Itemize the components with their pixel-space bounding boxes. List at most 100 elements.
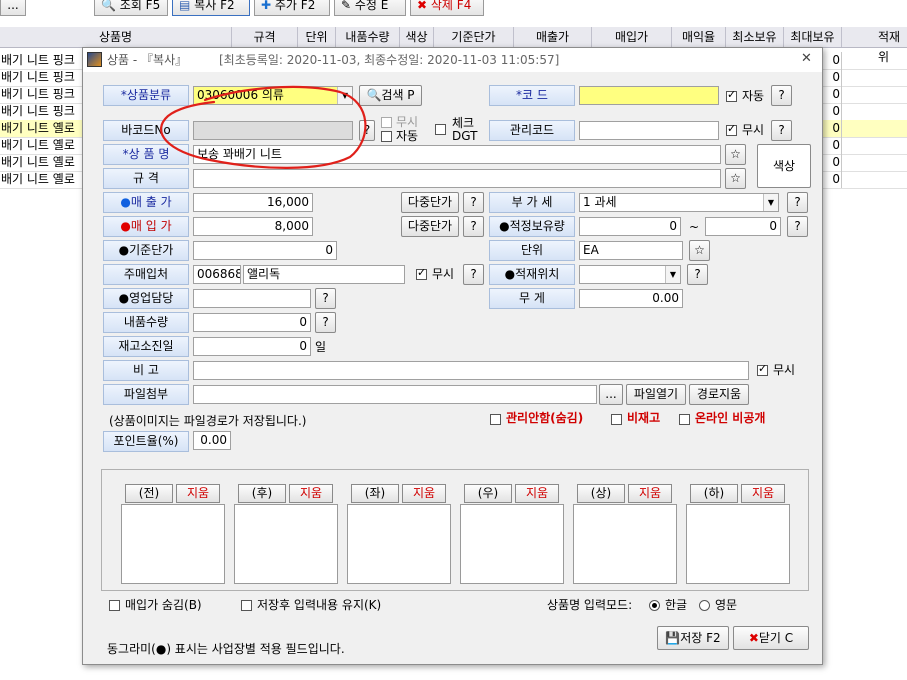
- image-bottom-box[interactable]: [686, 504, 790, 584]
- col-header-spec[interactable]: 규격: [232, 27, 298, 47]
- add-label: 추가 F2: [274, 0, 316, 12]
- vat-help-button[interactable]: ?: [787, 192, 808, 213]
- col-header-name[interactable]: 상품명: [0, 27, 232, 47]
- copy-button[interactable]: ▤ 복사 F2: [172, 0, 250, 16]
- point-rate-label: 포인트율(%): [103, 431, 189, 452]
- col-header-max-stock[interactable]: 최대보유: [784, 27, 842, 47]
- sales-rep-input[interactable]: [193, 289, 311, 308]
- code-auto-checkbox[interactable]: [726, 88, 737, 102]
- more-button[interactable]: ...: [0, 0, 26, 16]
- stock-min-input[interactable]: 0: [579, 217, 681, 236]
- supplier-name-input[interactable]: 앨리독: [243, 265, 405, 284]
- sales-rep-help-button[interactable]: ?: [315, 288, 336, 309]
- unit-input[interactable]: EA: [579, 241, 683, 260]
- add-button[interactable]: ✚ 추가 F2: [254, 0, 330, 16]
- keep-input-checkbox[interactable]: [241, 600, 252, 611]
- image-front-clear-button[interactable]: 지움: [176, 484, 220, 503]
- chevron-down-icon[interactable]: ▼: [763, 194, 778, 211]
- dialog-titlebar[interactable]: 상품 - 『복사』 [최초등록일: 2020-11-03, 최종수정일: 202…: [83, 48, 822, 72]
- mgmt-ignore-checkbox[interactable]: [726, 122, 737, 136]
- memo-input[interactable]: [193, 361, 749, 380]
- buy-multi-help-button[interactable]: ?: [463, 216, 484, 237]
- mode-english-radio[interactable]: [699, 600, 710, 611]
- location-combo[interactable]: ▼: [579, 265, 681, 284]
- close-button[interactable]: ✖닫기 C: [733, 626, 809, 650]
- sale-multi-help-button[interactable]: ?: [463, 192, 484, 213]
- stock-max-input[interactable]: 0: [705, 217, 781, 236]
- image-right-box[interactable]: [460, 504, 564, 584]
- query-label: 조회 F5: [119, 0, 161, 12]
- inner-qty-help-button[interactable]: ?: [315, 312, 336, 333]
- inner-qty-input[interactable]: 0: [193, 313, 311, 332]
- unit-star-button[interactable]: ☆: [689, 240, 710, 261]
- col-header-min-stock[interactable]: 최소보유: [726, 27, 784, 47]
- spec-input[interactable]: [193, 169, 721, 188]
- col-header-buy-price[interactable]: 매입가: [592, 27, 672, 47]
- image-top-clear-button[interactable]: 지움: [628, 484, 672, 503]
- non-stock-checkbox[interactable]: [611, 414, 622, 425]
- code-help-button[interactable]: ?: [771, 85, 792, 106]
- close-icon[interactable]: ✕: [801, 52, 812, 66]
- weight-input[interactable]: 0.00: [579, 289, 683, 308]
- browse-button[interactable]: ...: [599, 384, 623, 405]
- col-header-base-price[interactable]: 기준단가: [434, 27, 514, 47]
- depletion-input[interactable]: 0: [193, 337, 311, 356]
- image-left-box[interactable]: [347, 504, 451, 584]
- vat-combo[interactable]: 1 과세 ▼: [579, 193, 779, 212]
- col-header-inner-qty[interactable]: 내품수량: [336, 27, 400, 47]
- image-front-box[interactable]: [121, 504, 225, 584]
- attach-input[interactable]: [193, 385, 597, 404]
- plus-icon: ✚: [261, 0, 272, 12]
- col-header-sale-price[interactable]: 매출가: [514, 27, 592, 47]
- col-header-location[interactable]: 적재위: [842, 27, 907, 64]
- delete-button[interactable]: ✖ 삭제 F4: [410, 0, 484, 16]
- col-header-margin[interactable]: 매익율: [672, 27, 726, 47]
- mode-korean-radio[interactable]: [649, 600, 660, 611]
- clear-path-button[interactable]: 경로지움: [689, 384, 749, 405]
- sale-price-input[interactable]: 16,000: [193, 193, 313, 212]
- unmanaged-checkbox[interactable]: [490, 414, 501, 425]
- location-help-button[interactable]: ?: [687, 264, 708, 285]
- image-left-clear-button[interactable]: 지움: [402, 484, 446, 503]
- category-combo[interactable]: 03060006 의류 ▼: [193, 86, 353, 105]
- buy-price-input[interactable]: 8,000: [193, 217, 313, 236]
- spec-star-button[interactable]: ☆: [725, 168, 746, 189]
- mgmt-help-button[interactable]: ?: [771, 120, 792, 141]
- check-dgt-checkbox[interactable]: [435, 124, 446, 135]
- stock-help-button[interactable]: ?: [787, 216, 808, 237]
- edit-button[interactable]: ✎ 수정 E: [334, 0, 406, 16]
- online-private-checkbox[interactable]: [679, 414, 690, 425]
- buy-multi-price-button[interactable]: 다중단가: [401, 216, 459, 237]
- product-name-input[interactable]: 보송 꽈배기 니트: [193, 145, 721, 164]
- image-bottom-clear-button[interactable]: 지움: [741, 484, 785, 503]
- col-header-unit[interactable]: 단위: [298, 27, 336, 47]
- search-button[interactable]: 🔍검색 P: [359, 85, 422, 106]
- code-input[interactable]: [579, 86, 719, 105]
- mgmt-code-input[interactable]: [579, 121, 719, 140]
- barcode-input[interactable]: [193, 121, 353, 140]
- barcode-ignore-checkbox[interactable]: [381, 117, 392, 128]
- open-file-button[interactable]: 파일열기: [626, 384, 686, 405]
- barcode-auto-checkbox[interactable]: [381, 131, 392, 142]
- supplier-help-button[interactable]: ?: [463, 264, 484, 285]
- col-header-color[interactable]: 색상: [400, 27, 434, 47]
- point-rate-input[interactable]: 0.00: [193, 431, 231, 450]
- image-back-box[interactable]: [234, 504, 338, 584]
- memo-ignore-checkbox[interactable]: [757, 362, 768, 376]
- hide-buy-price-checkbox[interactable]: [109, 600, 120, 611]
- query-button[interactable]: 🔍 조회 F5: [94, 0, 168, 16]
- floppy-disk-icon: 💾: [665, 631, 681, 645]
- image-back-clear-button[interactable]: 지움: [289, 484, 333, 503]
- color-button[interactable]: 색상: [757, 144, 811, 188]
- name-star-button[interactable]: ☆: [725, 144, 746, 165]
- image-top-box[interactable]: [573, 504, 677, 584]
- supplier-code-input[interactable]: 006868: [193, 265, 241, 284]
- sale-multi-price-button[interactable]: 다중단가: [401, 192, 459, 213]
- barcode-help-button[interactable]: ?: [359, 120, 375, 141]
- save-button[interactable]: 💾저장 F2: [657, 626, 729, 650]
- base-price-input[interactable]: 0: [193, 241, 337, 260]
- supplier-ignore-checkbox[interactable]: [416, 266, 427, 280]
- image-right-clear-button[interactable]: 지움: [515, 484, 559, 503]
- chevron-down-icon[interactable]: ▼: [337, 87, 352, 104]
- chevron-down-icon[interactable]: ▼: [665, 266, 680, 283]
